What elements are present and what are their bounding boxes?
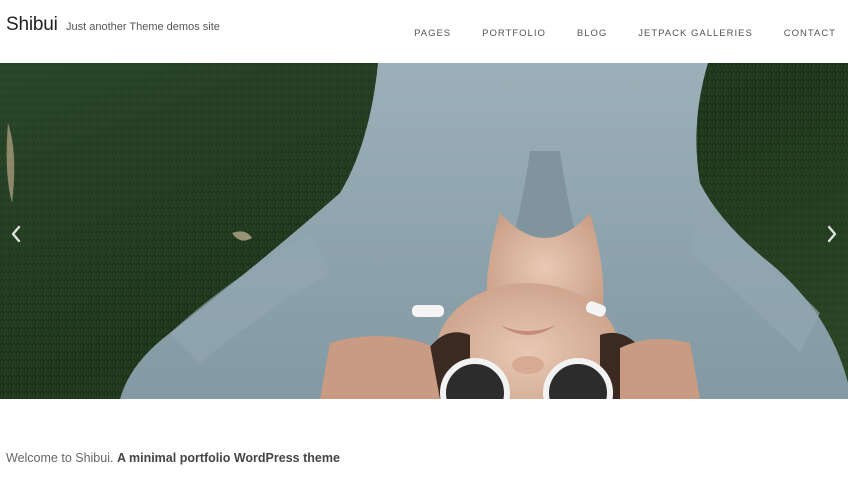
nav-item-jetpack-galleries[interactable]: JETPACK GALLERIES xyxy=(638,28,753,39)
nav-item-portfolio[interactable]: PORTFOLIO xyxy=(482,28,546,39)
site-header: Shibui Just another Theme demos site PAG… xyxy=(0,0,848,63)
hero-slider xyxy=(0,63,848,399)
intro-text: Welcome to Shibui. A minimal portfolio W… xyxy=(6,451,340,465)
nav-item-blog[interactable]: BLOG xyxy=(577,28,607,39)
slider-prev-button[interactable] xyxy=(5,223,27,245)
chevron-left-icon xyxy=(11,225,21,243)
hero-image xyxy=(0,63,848,399)
content-spacer xyxy=(0,399,848,429)
nav-item-pages[interactable]: PAGES xyxy=(414,28,451,39)
slider-next-button[interactable] xyxy=(821,223,843,245)
chevron-right-icon xyxy=(827,225,837,243)
site-description: Just another Theme demos site xyxy=(66,21,220,33)
site-title[interactable]: Shibui xyxy=(6,14,58,36)
intro-lead: Welcome to Shibui. xyxy=(6,451,114,465)
main-navigation: PAGES PORTFOLIO BLOG JETPACK GALLERIES C… xyxy=(383,28,836,39)
nav-item-contact[interactable]: CONTACT xyxy=(784,28,836,39)
intro-emphasis: A minimal portfolio WordPress theme xyxy=(116,451,340,465)
